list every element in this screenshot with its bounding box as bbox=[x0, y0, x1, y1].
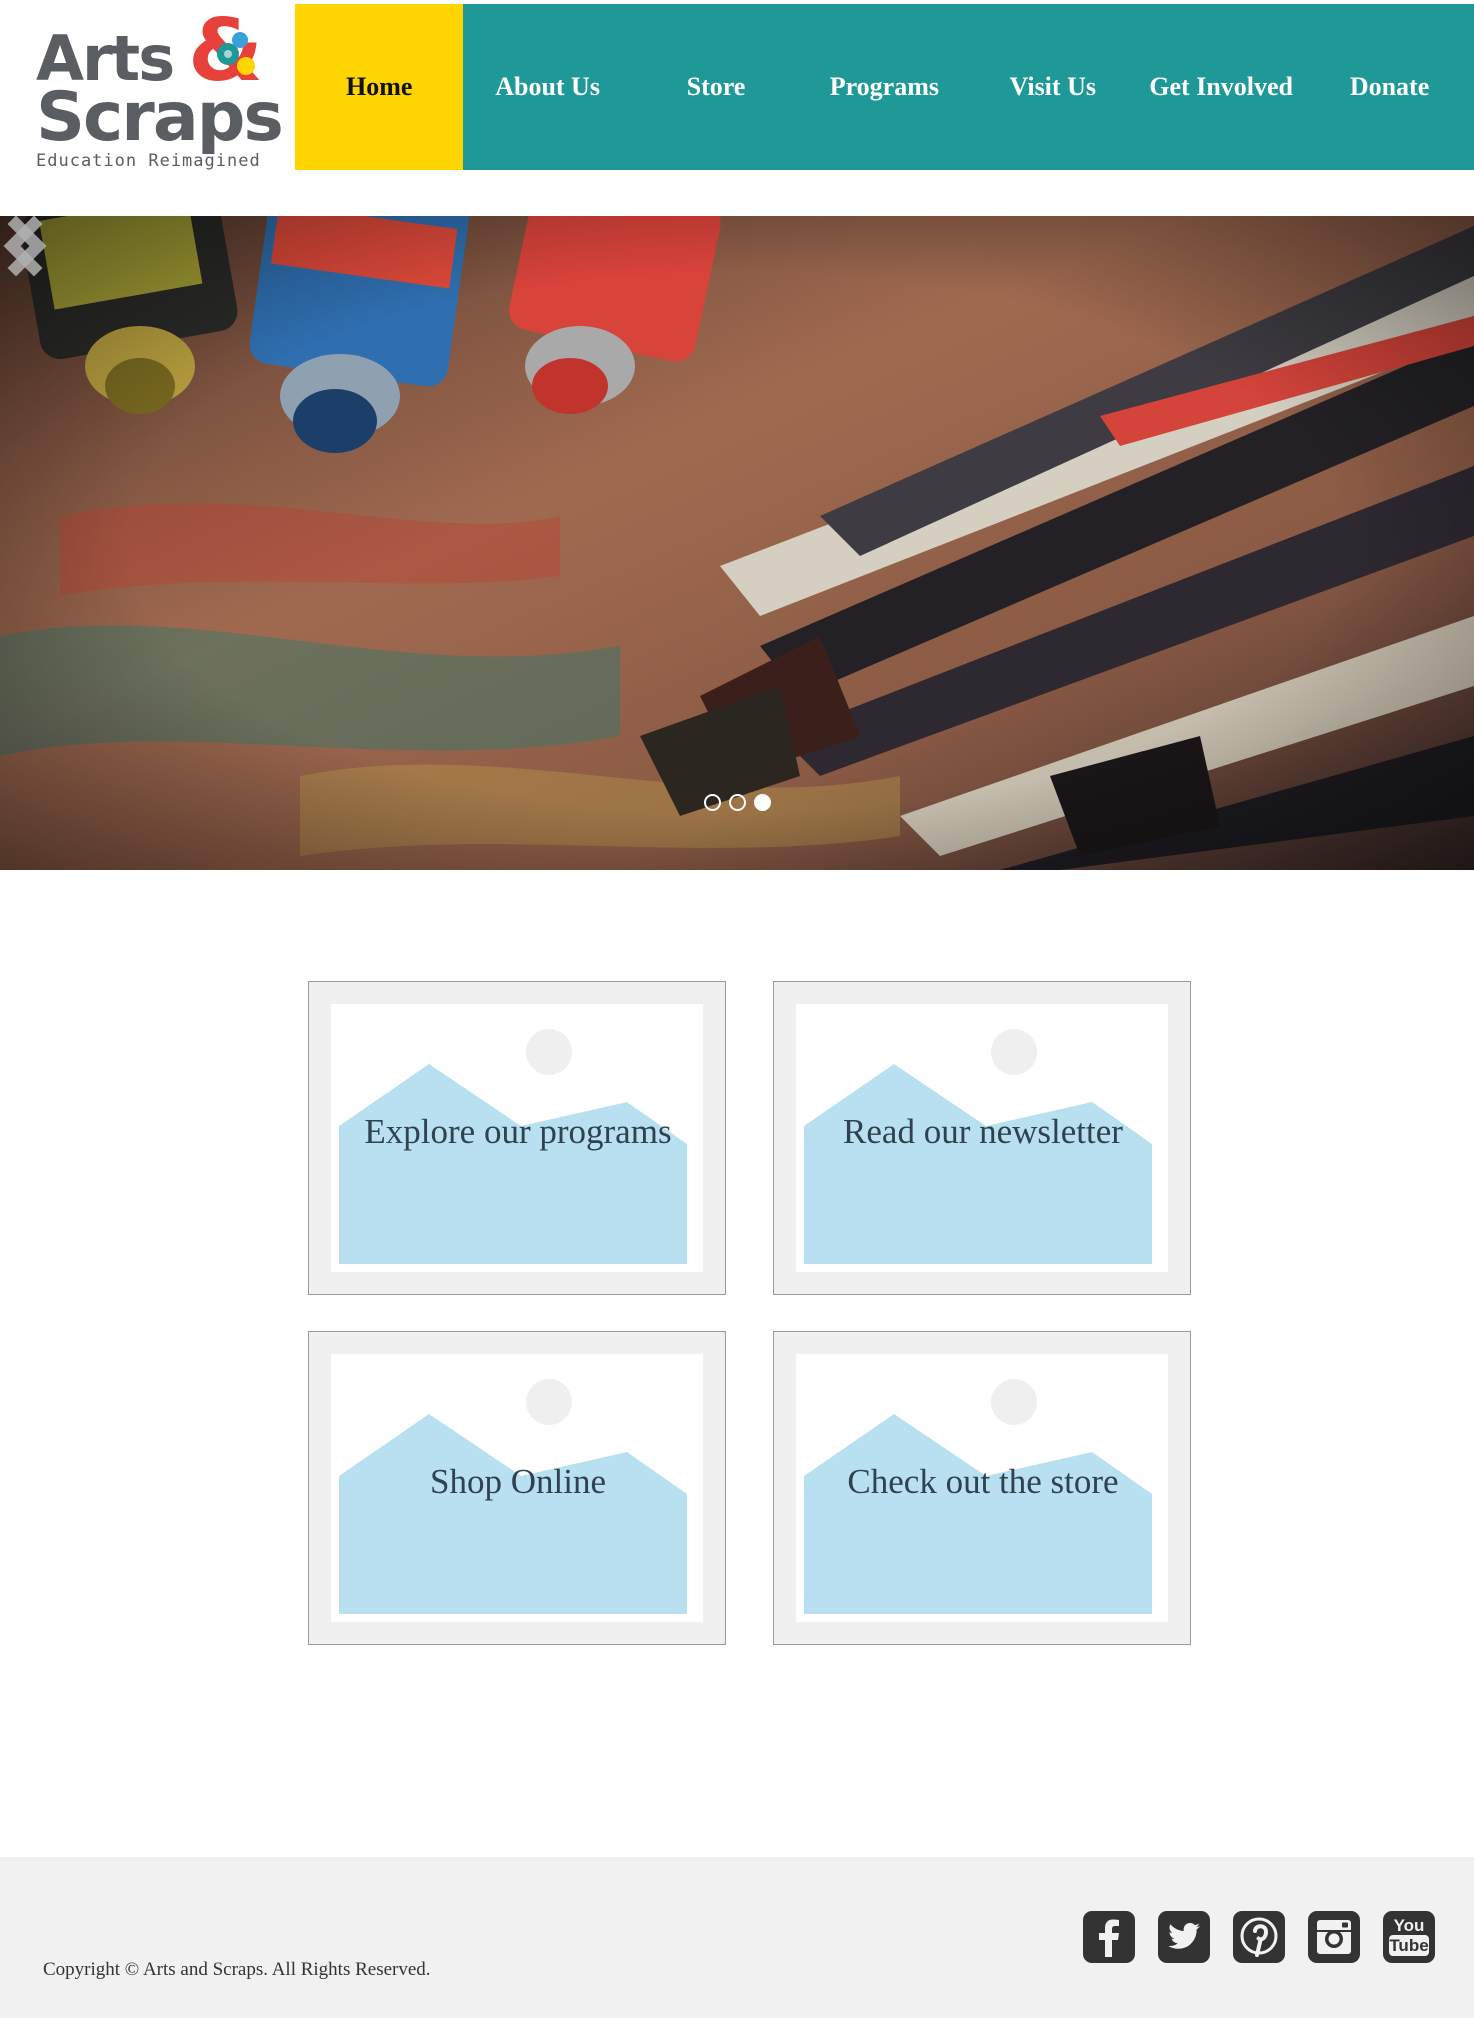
pinterest-glyph bbox=[1240, 1917, 1278, 1957]
ampersand-logo-icon: & bbox=[188, 8, 263, 92]
site-footer: Copyright © Arts and Scraps. All Rights … bbox=[0, 1857, 1474, 2018]
nav-item-store[interactable]: Store bbox=[632, 4, 800, 170]
youtube-tube-text: Tube bbox=[1389, 1935, 1429, 1956]
tile-check-out-store[interactable]: Check out the store bbox=[773, 1331, 1191, 1645]
youtube-icon[interactable]: You Tube bbox=[1383, 1911, 1435, 1963]
carousel-next-chevron-right-icon[interactable] bbox=[0, 216, 50, 276]
hero-carousel bbox=[0, 216, 1474, 870]
logo-text-scraps: Scraps bbox=[36, 78, 284, 157]
twitter-bird-glyph bbox=[1168, 1923, 1200, 1949]
site-header: Arts Scraps & Education Reimagined Home … bbox=[0, 0, 1474, 215]
nav-item-visit-us[interactable]: Visit Us bbox=[969, 4, 1137, 170]
logo-tagline: Education Reimagined bbox=[36, 151, 261, 171]
tile-label: Explore our programs bbox=[364, 1112, 672, 1151]
tile-explore-programs[interactable]: Explore our programs bbox=[308, 981, 726, 1295]
tile-read-newsletter[interactable]: Read our newsletter bbox=[773, 981, 1191, 1295]
nav-item-get-involved[interactable]: Get Involved bbox=[1137, 4, 1305, 170]
facebook-glyph bbox=[1099, 1919, 1119, 1957]
nav-item-home[interactable]: Home bbox=[295, 4, 464, 170]
carousel-dot-1[interactable] bbox=[704, 794, 721, 811]
twitter-icon[interactable] bbox=[1158, 1911, 1210, 1963]
youtube-you-text: You bbox=[1393, 1916, 1425, 1935]
nav-item-about-us[interactable]: About Us bbox=[463, 4, 631, 170]
tile-label: Shop Online bbox=[430, 1462, 606, 1501]
logo[interactable]: Arts Scraps & Education Reimagined bbox=[36, 8, 284, 171]
tile-label: Read our newsletter bbox=[843, 1112, 1123, 1151]
carousel-indicators bbox=[704, 794, 771, 811]
nav-item-programs[interactable]: Programs bbox=[800, 4, 968, 170]
tile-shop-online[interactable]: Shop Online bbox=[308, 1331, 726, 1645]
instagram-glyph bbox=[1317, 1920, 1351, 1954]
copyright-text: Copyright © Arts and Scraps. All Rights … bbox=[43, 1959, 431, 1980]
instagram-icon[interactable] bbox=[1308, 1911, 1360, 1963]
facebook-icon[interactable] bbox=[1083, 1911, 1135, 1963]
carousel-dot-2[interactable] bbox=[729, 794, 746, 811]
main-nav: Home About Us Store Programs Visit Us Ge… bbox=[295, 4, 1474, 170]
nav-item-donate[interactable]: Donate bbox=[1305, 4, 1473, 170]
tile-label: Check out the store bbox=[847, 1462, 1119, 1501]
carousel-dot-3[interactable] bbox=[754, 794, 771, 811]
pinterest-icon[interactable] bbox=[1233, 1911, 1285, 1963]
hero-image-paint-tubes-brushes bbox=[0, 216, 1474, 870]
